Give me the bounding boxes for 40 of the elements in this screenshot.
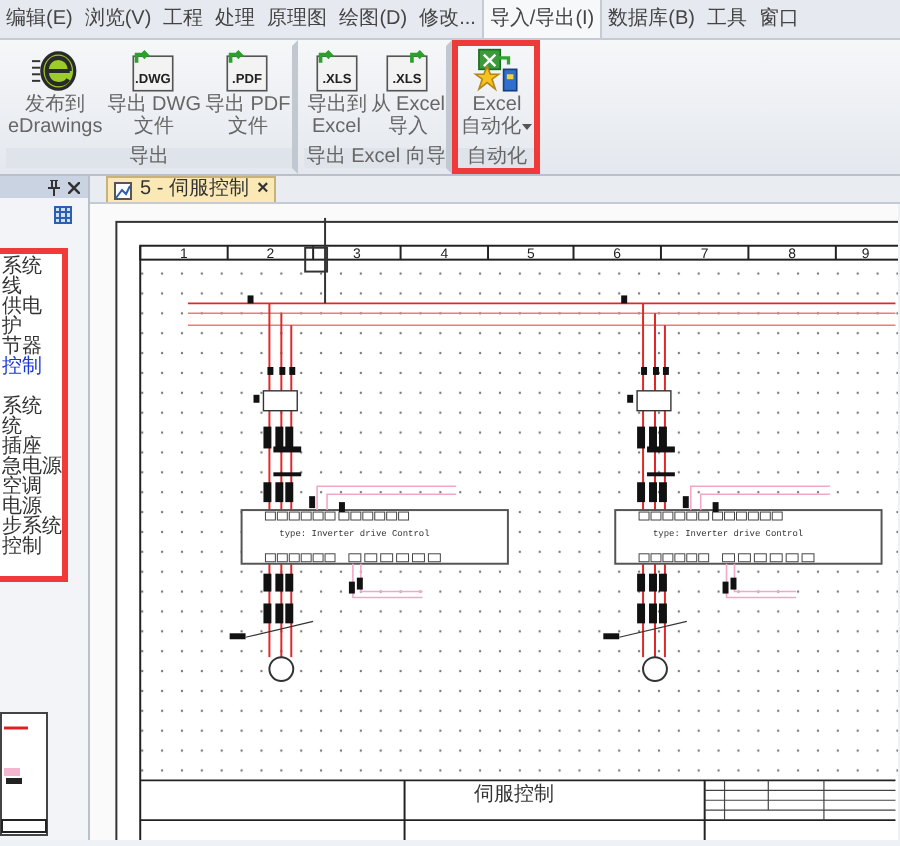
drawing-file-icon: [114, 181, 132, 199]
document-tab[interactable]: 5 - 伺服控制 ×: [106, 176, 277, 202]
menu-tab[interactable]: 数据库(B): [602, 0, 701, 38]
tree-item[interactable]: 系统: [0, 398, 62, 418]
tree-item[interactable]: 步系统: [0, 518, 62, 538]
tree-item[interactable]: 节器: [0, 338, 62, 358]
tree-item[interactable]: 电源: [0, 498, 62, 518]
menu-tab[interactable]: 窗口: [752, 0, 805, 38]
menu-tab[interactable]: 工程: [157, 0, 210, 38]
tree-item[interactable]: 线: [0, 278, 62, 298]
drawing-title: 伺服控制: [473, 784, 554, 807]
tree-item[interactable]: 空调: [0, 478, 62, 498]
excel-star-icon: [471, 48, 522, 94]
menu-tab[interactable]: 浏览(V): [78, 0, 158, 38]
tree-item[interactable]: 供电: [0, 298, 62, 318]
menu-tab[interactable]: 原理图: [261, 0, 334, 38]
menu-tab[interactable]: 工具: [700, 0, 753, 38]
menu-tab[interactable]: 编辑(E): [0, 0, 79, 38]
letter-e-icon: [30, 48, 81, 94]
thumbnail-drawing: [0, 712, 48, 836]
ribbon-button[interactable]: Excel 自动化: [458, 48, 535, 148]
ribbon-button[interactable]: 发布到 eDrawings: [6, 48, 105, 148]
tree-item[interactable]: 插座: [0, 438, 62, 458]
menu-tab[interactable]: 绘图(D): [333, 0, 414, 38]
menu-tab[interactable]: 导入/导出(I): [481, 0, 603, 38]
tree-item[interactable]: 控制: [0, 358, 62, 378]
close-icon[interactable]: ×: [256, 178, 269, 202]
tree-item[interactable]: 护: [0, 318, 62, 338]
tree-item[interactable]: 急电源: [0, 458, 62, 478]
group-label: 自动化: [458, 148, 535, 168]
tree-item[interactable]: 控制: [0, 538, 62, 558]
tree-item[interactable]: 系统: [0, 258, 62, 278]
menu-tab[interactable]: 处理: [209, 0, 262, 38]
close-icon[interactable]: [68, 181, 80, 193]
grid-icon[interactable]: [54, 206, 72, 224]
pin-icon[interactable]: [48, 179, 60, 195]
menu-tab[interactable]: 修改...: [413, 0, 482, 38]
tree-item[interactable]: 统: [0, 418, 62, 438]
group-label: 导出: [6, 148, 293, 168]
group-label: 导出 Excel 向导: [304, 148, 447, 168]
